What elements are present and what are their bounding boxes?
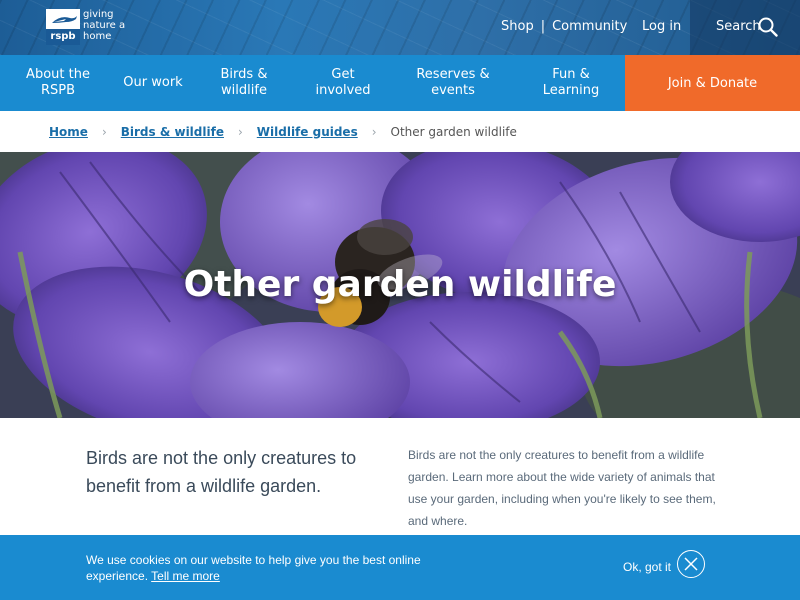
cookie-text: We use cookies on our website to help gi… — [86, 553, 421, 583]
cookie-ok-label[interactable]: Ok, got it — [623, 560, 671, 574]
intro-body: Birds are not the only creatures to bene… — [408, 448, 716, 528]
cookie-tell-me-more-link[interactable]: Tell me more — [151, 569, 220, 583]
nav-item-fun-learning[interactable]: Fun & Learning — [527, 55, 615, 111]
hero-title: Other garden wildlife — [183, 264, 617, 305]
nav-item-birds-wildlife[interactable]: Birds & wildlife — [210, 55, 278, 111]
breadcrumb-birds-wildlife[interactable]: Birds & wildlife — [121, 125, 224, 139]
avocet-icon — [46, 9, 80, 29]
nav-item-reserves-events[interactable]: Reserves & events — [408, 55, 498, 111]
search-button[interactable]: Search — [690, 0, 800, 55]
close-icon — [684, 557, 698, 571]
nav-item-about[interactable]: About the RSPB — [18, 55, 98, 111]
logo-tagline: giving nature a home — [83, 9, 126, 42]
community-link[interactable]: Community — [552, 19, 627, 34]
hero-banner: Other garden wildlife — [0, 152, 800, 418]
search-label: Search — [716, 19, 761, 34]
top-link-separator: | — [540, 19, 546, 34]
chevron-right-icon: › — [237, 124, 243, 139]
breadcrumb-current: Other garden wildlife — [390, 124, 517, 139]
nav-item-our-work[interactable]: Our work — [123, 55, 183, 111]
nav-item-get-involved[interactable]: Get involved — [305, 55, 381, 111]
top-bar: rspb giving nature a home Shop | Communi… — [0, 0, 800, 55]
search-icon — [758, 17, 778, 37]
top-links: Shop | Community — [501, 19, 627, 34]
shop-link[interactable]: Shop — [501, 19, 534, 34]
login-link[interactable]: Log in — [642, 19, 681, 34]
intro-lead: Birds are not the only creatures to bene… — [86, 448, 357, 496]
cookie-close-button[interactable] — [677, 550, 705, 578]
breadcrumb-wildlife-guides[interactable]: Wildlife guides — [257, 125, 358, 139]
chevron-right-icon: › — [371, 124, 377, 139]
breadcrumb: Home › Birds & wildlife › Wildlife guide… — [0, 111, 800, 152]
logo-wordmark: rspb — [46, 29, 80, 45]
rspb-logo[interactable]: rspb giving nature a home — [46, 9, 143, 45]
cookie-message: We use cookies on our website to help gi… — [86, 552, 446, 584]
cookie-banner: We use cookies on our website to help gi… — [0, 535, 800, 600]
breadcrumb-home[interactable]: Home — [49, 125, 88, 139]
join-donate-button[interactable]: Join & Donate — [625, 55, 800, 111]
logo-mark: rspb — [46, 9, 80, 45]
chevron-right-icon: › — [101, 124, 107, 139]
